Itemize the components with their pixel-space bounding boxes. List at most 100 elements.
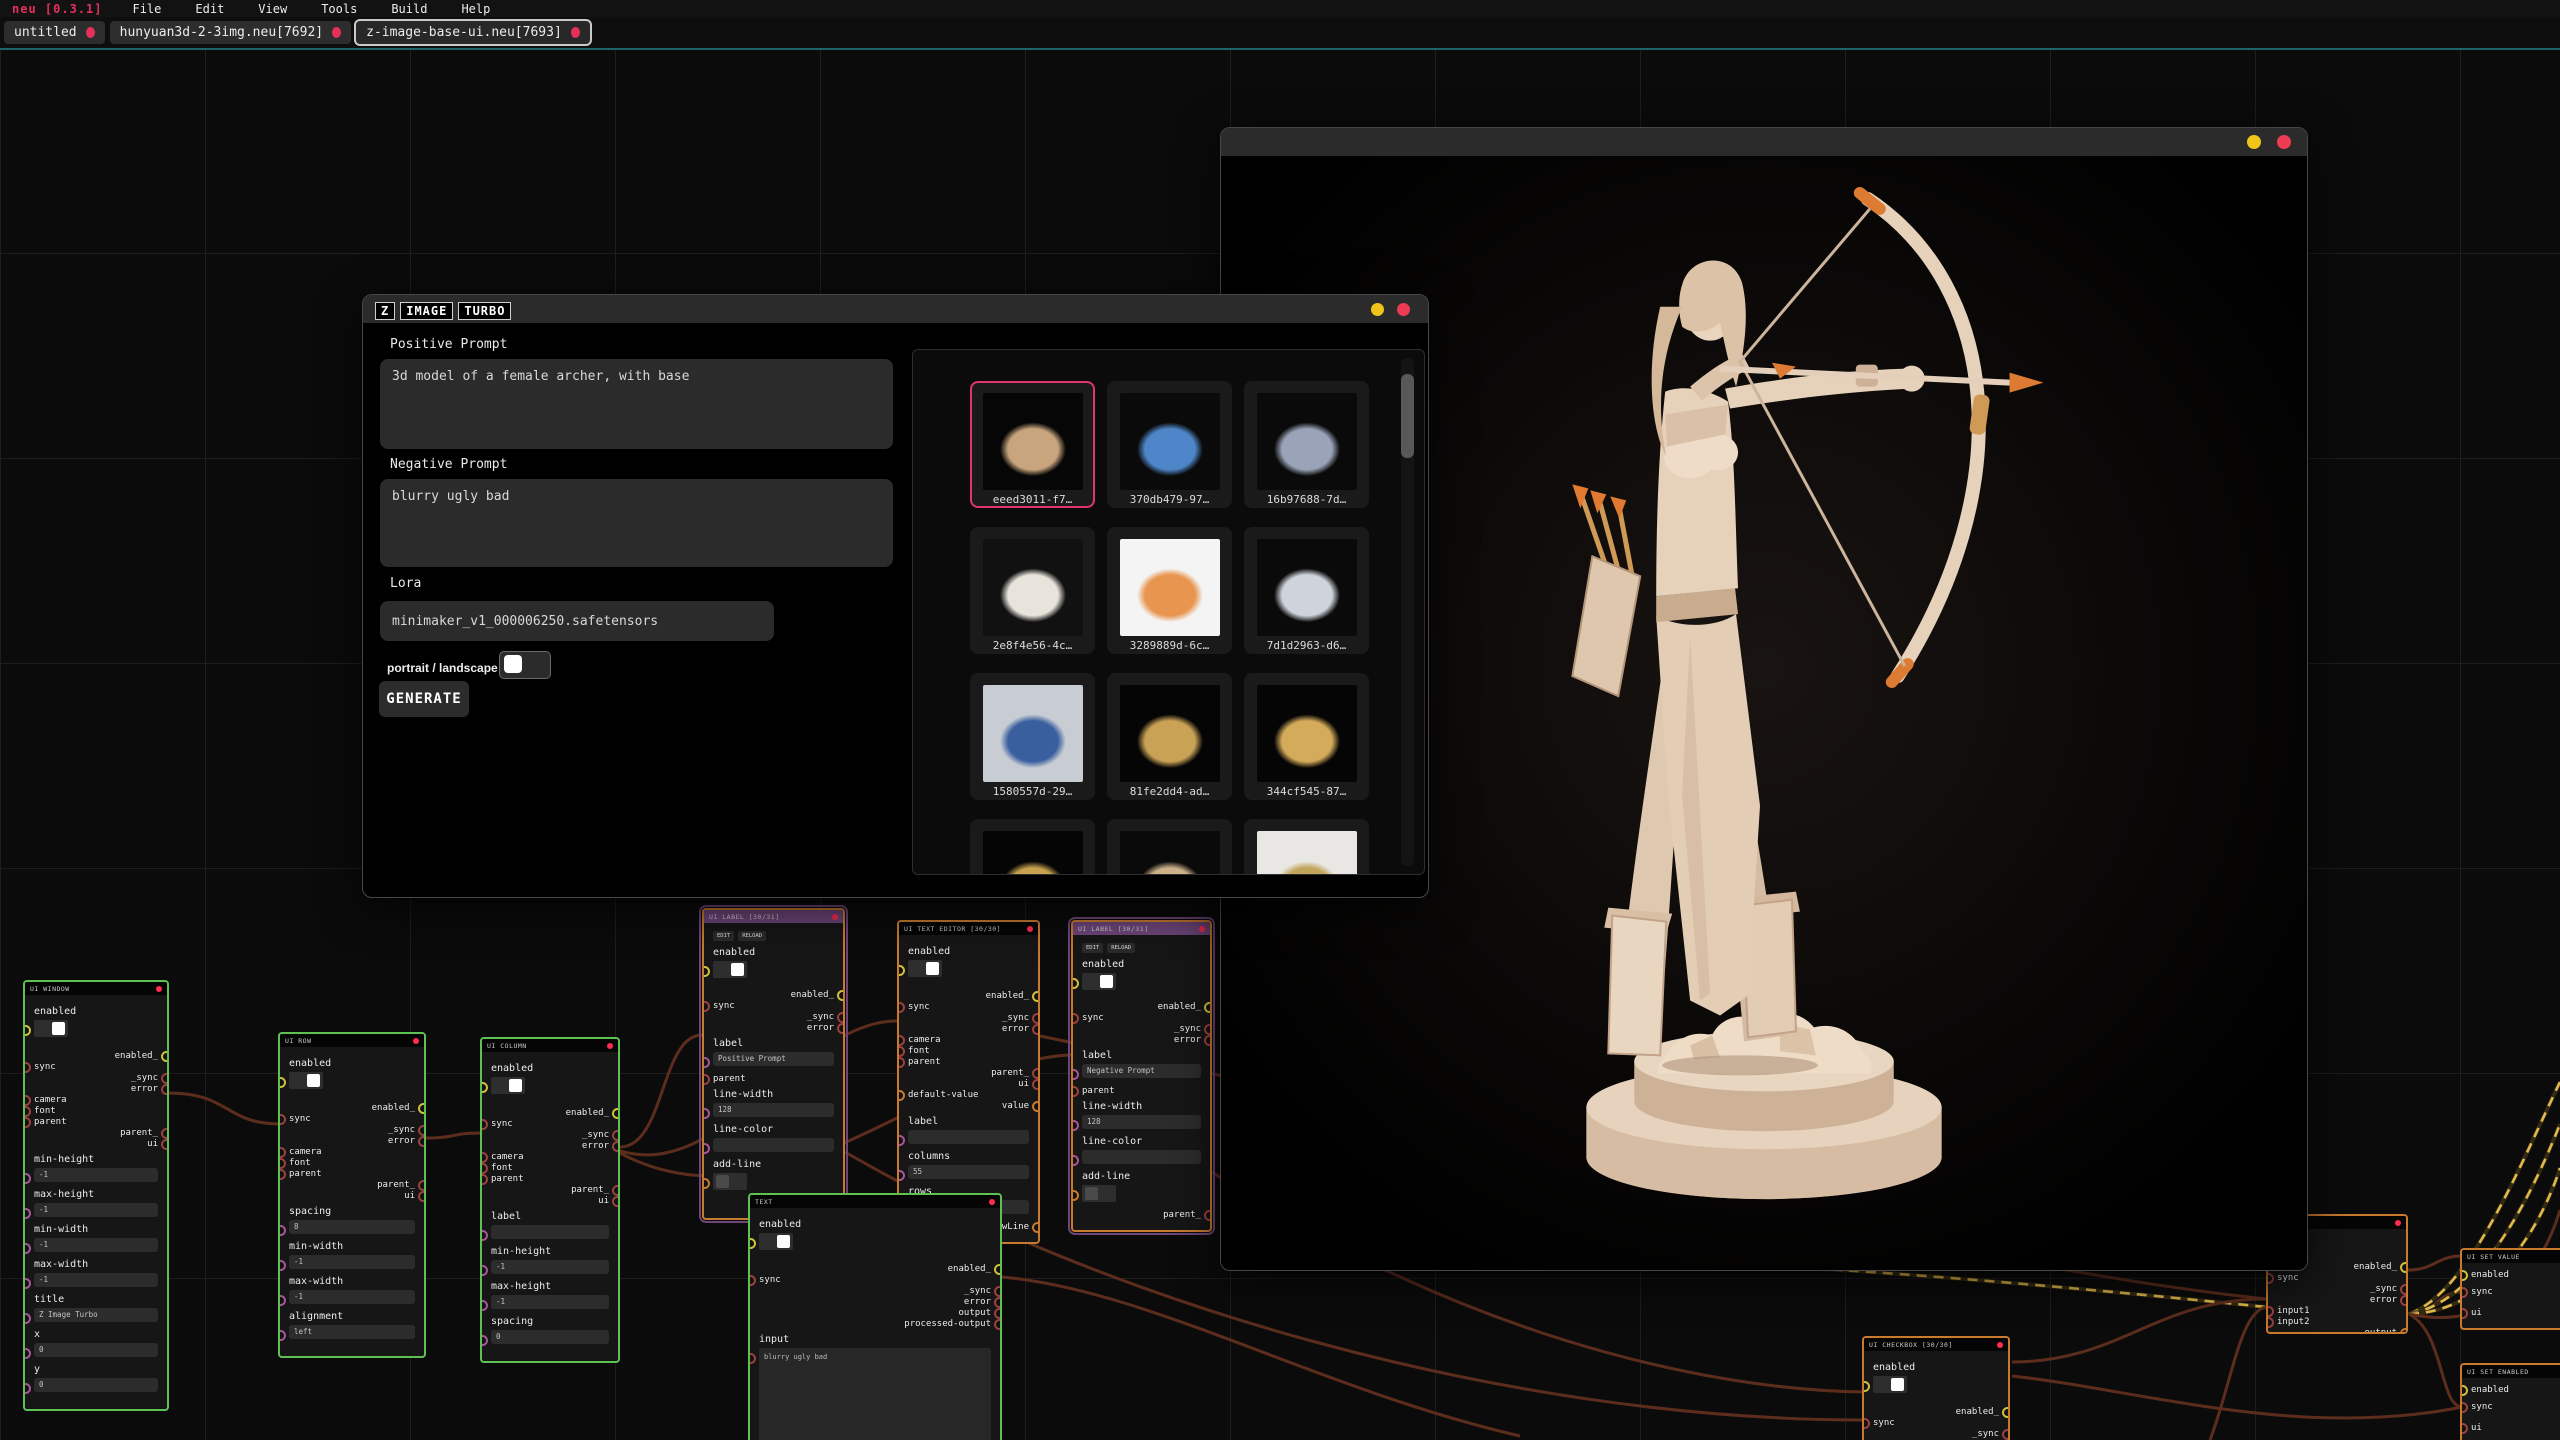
node-port[interactable] — [278, 1260, 286, 1271]
gallery-item[interactable] — [1244, 819, 1369, 875]
gallery-scrollbar-thumb[interactable] — [1401, 374, 1414, 458]
enabled-checkbox[interactable] — [34, 1020, 68, 1037]
close-dot[interactable] — [2277, 135, 2291, 149]
line-width-input[interactable]: 128 — [1082, 1115, 1201, 1129]
node-port[interactable] — [702, 1074, 710, 1085]
min-height-input[interactable]: -1 — [34, 1168, 158, 1182]
node-port[interactable] — [480, 1152, 488, 1163]
enabled-checkbox[interactable] — [491, 1077, 525, 1094]
node-port[interactable] — [2460, 1423, 2468, 1434]
label-input[interactable]: Positive Prompt — [713, 1052, 834, 1066]
max-height-input[interactable]: -1 — [34, 1203, 158, 1217]
line-width-input[interactable]: 128 — [713, 1103, 834, 1117]
node-port[interactable] — [1032, 991, 1040, 1002]
node-port[interactable] — [897, 1046, 905, 1057]
gallery-item[interactable]: 370db479-97… — [1107, 381, 1232, 508]
node-port[interactable] — [748, 1275, 756, 1286]
gallery-item[interactable]: 344cf545-87… — [1244, 673, 1369, 800]
node-port[interactable] — [1204, 1024, 1212, 1035]
node-port[interactable] — [1071, 1086, 1079, 1097]
z-image-turbo-window[interactable]: ZIMAGETURBO Positive Prompt 3d model of … — [362, 294, 1429, 898]
graph-node[interactable]: UI SET ENABLEDenabledsyncuiis-enabled — [2460, 1363, 2560, 1440]
node-titlebar[interactable]: UI TEXT EDITOR [30/30] — [899, 922, 1038, 935]
generate-button[interactable]: GENERATE — [379, 681, 469, 717]
gallery-item[interactable] — [970, 819, 1095, 875]
negative-prompt-input[interactable]: blurry ugly bad — [380, 479, 893, 567]
node-port[interactable] — [1862, 1418, 1870, 1429]
node-port[interactable] — [278, 1077, 286, 1088]
node-port[interactable] — [480, 1082, 488, 1093]
node-titlebar[interactable]: UI COLUMN — [482, 1039, 618, 1052]
add-line-checkbox[interactable] — [1082, 1185, 1116, 1202]
gallery-item[interactable] — [1107, 819, 1232, 875]
node-port[interactable] — [748, 1353, 756, 1364]
min-height-input[interactable]: -1 — [491, 1260, 609, 1274]
minimize-dot[interactable] — [2247, 135, 2261, 149]
tab[interactable]: hunyuan3d-2-3img.neu[7692] — [110, 21, 352, 44]
reload-button[interactable]: RELOAD — [1107, 943, 1135, 953]
title-input[interactable]: Z Image Turbo — [34, 1308, 158, 1322]
node-port[interactable] — [897, 1002, 905, 1013]
node-port[interactable] — [2460, 1270, 2468, 1281]
node-titlebar[interactable]: UI ROW — [280, 1034, 424, 1047]
close-dot[interactable] — [1397, 303, 1410, 316]
node-port[interactable] — [480, 1119, 488, 1130]
node-port[interactable] — [897, 1170, 905, 1181]
node-port[interactable] — [23, 1106, 31, 1117]
edit-button[interactable]: EDIT — [1082, 943, 1103, 953]
node-port[interactable] — [994, 1297, 1002, 1308]
graph-node[interactable]: UI LABEL [30/31]EDITRELOADenabledenabled… — [1071, 920, 1212, 1232]
node-port[interactable] — [23, 1208, 31, 1219]
node-port[interactable] — [2400, 1295, 2408, 1306]
node-port[interactable] — [23, 1025, 31, 1036]
node-port[interactable] — [1204, 1035, 1212, 1046]
node-port[interactable] — [2460, 1308, 2468, 1319]
node-port[interactable] — [2400, 1328, 2408, 1334]
reload-button[interactable]: RELOAD — [738, 931, 766, 941]
node-titlebar[interactable]: UI SET VALUE — [2462, 1250, 2560, 1263]
node-port[interactable] — [161, 1084, 169, 1095]
graph-node[interactable]: UI SET VALUEenabledsyncui — [2460, 1248, 2560, 1330]
node-port[interactable] — [994, 1308, 1002, 1319]
label-input[interactable]: Negative Prompt — [1082, 1064, 1201, 1078]
graph-node[interactable]: UI LABEL [30/31]EDITRELOADenabledenabled… — [702, 908, 845, 1220]
gallery-item[interactable]: 2e8f4e56-4c… — [970, 527, 1095, 654]
menu-help[interactable]: Help — [461, 2, 490, 16]
node-port[interactable] — [2400, 1284, 2408, 1295]
node-titlebar[interactable]: UI WINDOW — [25, 982, 167, 995]
node-port[interactable] — [702, 1178, 710, 1189]
node-port[interactable] — [1204, 1002, 1212, 1013]
node-port[interactable] — [480, 1265, 488, 1276]
gallery-item[interactable]: 16b97688-7d… — [1244, 381, 1369, 508]
graph-node[interactable]: UI ROWenabledenabled_sync_syncerrorcamer… — [278, 1032, 426, 1358]
node-port[interactable] — [1071, 1069, 1079, 1080]
line-color-input[interactable] — [1082, 1150, 1201, 1164]
enabled-checkbox[interactable] — [759, 1233, 793, 1250]
node-port[interactable] — [1071, 1120, 1079, 1131]
node-port[interactable] — [278, 1330, 286, 1341]
graph-node[interactable]: UI CHECKBOX [30/30]enabledenabled_sync_s… — [1862, 1336, 2010, 1440]
y-input[interactable]: 0 — [34, 1378, 158, 1392]
label-input[interactable] — [908, 1130, 1029, 1144]
node-port[interactable] — [2266, 1317, 2274, 1328]
orientation-toggle[interactable] — [499, 651, 551, 679]
node-port[interactable] — [418, 1136, 426, 1147]
alignment-input[interactable]: left — [289, 1325, 415, 1339]
node-port[interactable] — [1071, 1155, 1079, 1166]
node-port[interactable] — [1032, 1101, 1040, 1112]
min-width-input[interactable]: -1 — [289, 1255, 415, 1269]
node-titlebar[interactable]: UI SET ENABLED — [2462, 1365, 2560, 1378]
graph-node[interactable]: TEXTenabledenabled_sync_syncerroroutputp… — [748, 1193, 1002, 1440]
node-port[interactable] — [418, 1191, 426, 1202]
node-port[interactable] — [2460, 1385, 2468, 1396]
node-port[interactable] — [1071, 1013, 1079, 1024]
node-port[interactable] — [897, 1135, 905, 1146]
node-port[interactable] — [278, 1147, 286, 1158]
node-port[interactable] — [2400, 1262, 2408, 1273]
node-titlebar[interactable]: TEXT — [750, 1195, 1000, 1208]
gallery-item[interactable]: eeed3011-f7… — [970, 381, 1095, 508]
node-port[interactable] — [702, 1057, 710, 1068]
node-port[interactable] — [837, 1023, 845, 1034]
gallery-item[interactable]: 7d1d2963-d6… — [1244, 527, 1369, 654]
label-input[interactable] — [491, 1225, 609, 1239]
